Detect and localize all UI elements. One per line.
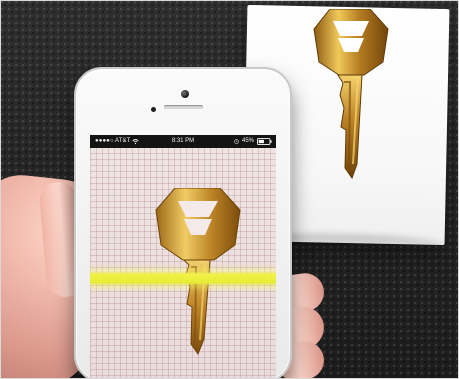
scanner-screen[interactable]: ●●●●○ AT&T 8:31 PM 45%	[90, 135, 276, 378]
earpiece-speaker	[164, 105, 203, 109]
front-camera	[181, 90, 189, 98]
key-scanning-photo-scene: ●●●●○ AT&T 8:31 PM 45%	[0, 0, 459, 379]
smartphone: ●●●●○ AT&T 8:31 PM 45%	[74, 67, 292, 378]
scan-line	[90, 271, 276, 286]
key-icon	[313, 9, 389, 180]
proximity-sensor	[151, 107, 156, 112]
battery-icon	[257, 138, 272, 145]
status-right-group: 45%	[234, 135, 272, 148]
clock-icon	[234, 139, 239, 144]
status-bar: ●●●●○ AT&T 8:31 PM 45%	[90, 135, 276, 148]
battery-percentage: 45%	[241, 138, 254, 144]
